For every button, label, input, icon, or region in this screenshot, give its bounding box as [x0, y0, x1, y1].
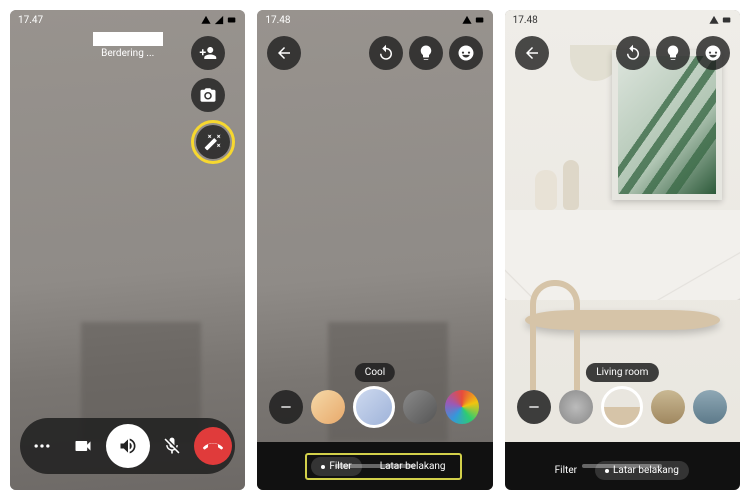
more-button[interactable] [23, 427, 61, 465]
tab-filter-label: Filter [555, 465, 577, 476]
screen-filters: 17.48 Cool Filte [257, 10, 492, 490]
low-light-button[interactable] [656, 36, 690, 70]
bg-vase [563, 160, 579, 210]
call-status: Berdering ... [101, 48, 154, 59]
effects-highlight [191, 120, 235, 164]
tab-background[interactable]: Latar belakang [370, 457, 456, 476]
effects-button[interactable] [196, 125, 230, 159]
avatar-button[interactable] [449, 36, 483, 70]
filter-cool[interactable] [353, 386, 395, 428]
tab-background[interactable]: Latar belakang [595, 461, 689, 480]
reset-button[interactable] [369, 36, 403, 70]
status-bar: 17.48 [505, 10, 740, 30]
status-icons [709, 15, 732, 25]
status-icons [201, 15, 237, 25]
filter-none[interactable] [269, 390, 303, 424]
status-icons [462, 15, 485, 25]
clock: 17.48 [513, 15, 538, 26]
add-participant-button[interactable] [191, 36, 225, 70]
filter-warm[interactable] [311, 390, 345, 424]
active-dot-icon [605, 469, 609, 473]
bg-chair [530, 280, 580, 390]
back-button[interactable] [267, 36, 301, 70]
active-dot-icon [321, 465, 325, 469]
background-thumbnails [505, 386, 740, 428]
back-button[interactable] [515, 36, 549, 70]
screen-backgrounds: 17.48 Living room Filte [505, 10, 740, 490]
background-name-pill: Living room [586, 363, 658, 382]
screen-call: 17.47 Berdering ... [10, 10, 245, 490]
bg-none[interactable] [517, 390, 551, 424]
tabs-highlight: Filter Latar belakang [305, 453, 461, 480]
end-call-button[interactable] [194, 427, 232, 465]
clock: 17.47 [18, 15, 43, 26]
clock: 17.48 [265, 15, 290, 26]
filter-swatches [257, 386, 492, 428]
video-button[interactable] [64, 427, 102, 465]
bg-office[interactable] [651, 390, 685, 424]
bg-living-room[interactable] [601, 386, 643, 428]
status-bar: 17.48 [257, 10, 492, 30]
low-light-button[interactable] [409, 36, 443, 70]
effect-tabs: Filter Latar belakang [545, 461, 689, 480]
tab-filter[interactable]: Filter [545, 461, 587, 480]
bg-artwork [612, 50, 722, 200]
filter-name-pill: Cool [355, 363, 395, 382]
bg-cafe[interactable] [693, 390, 727, 424]
avatar-button[interactable] [696, 36, 730, 70]
tab-filter[interactable]: Filter [311, 457, 361, 476]
filter-rainbow[interactable] [445, 390, 479, 424]
filter-mono[interactable] [403, 390, 437, 424]
bg-blur[interactable] [559, 390, 593, 424]
tab-filter-label: Filter [329, 461, 351, 472]
caller-name-placeholder [93, 32, 163, 46]
call-controls [20, 418, 235, 474]
tab-background-label: Latar belakang [380, 461, 446, 472]
tab-background-label: Latar belakang [613, 465, 679, 476]
mute-button[interactable] [153, 427, 191, 465]
bg-vase [535, 170, 557, 210]
reset-button[interactable] [616, 36, 650, 70]
speaker-button[interactable] [106, 424, 150, 468]
status-bar: 17.47 [10, 10, 245, 30]
switch-camera-button[interactable] [191, 78, 225, 112]
